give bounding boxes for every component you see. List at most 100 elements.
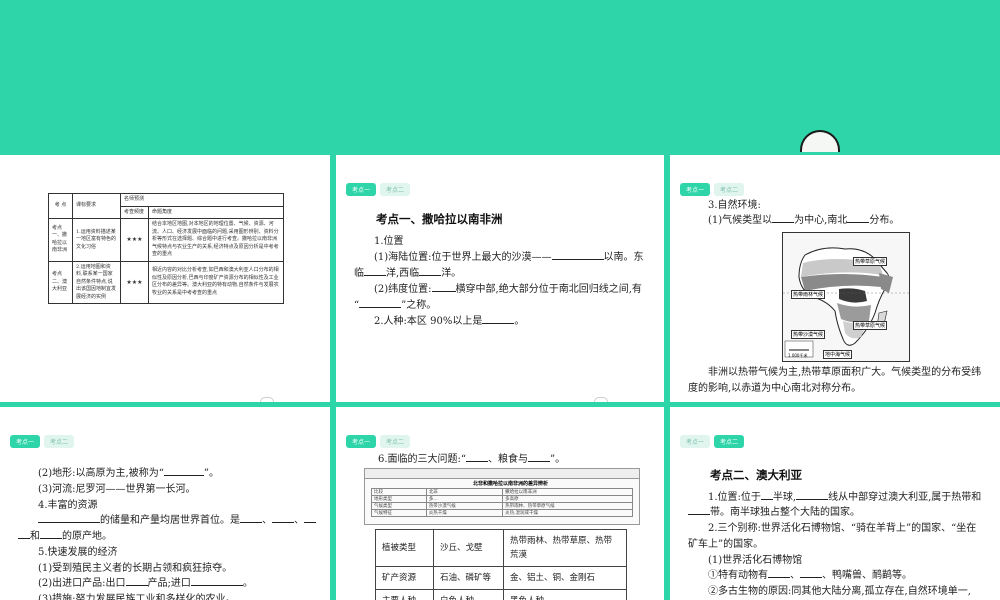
blank-field[interactable] (768, 568, 790, 578)
text-line: 非洲以热带气候为主,热带草原面积广大。气候类型的分布受纬 (708, 367, 982, 378)
map-label: 热带沙漠气候 (791, 330, 826, 339)
blank-field[interactable] (431, 282, 456, 292)
slide-decor (594, 397, 608, 402)
blank-field[interactable] (800, 568, 822, 578)
text-line: (1)世界活化石博物馆 (708, 555, 803, 566)
tab-kaodian2[interactable]: 考点二 (714, 183, 745, 196)
text-line: (1)海陆位置:位于世界上最大的沙漠—— 以南。东 (374, 250, 644, 263)
tab-bar: 考点一 考点二 (346, 435, 411, 448)
cell-stars: ★★★ (120, 218, 149, 262)
section-heading: 考点二、澳大利亚 (710, 468, 802, 482)
blank-field[interactable] (125, 576, 148, 586)
tab-kaodian1[interactable]: 考点一 (680, 435, 711, 448)
text-line: ②多古生物的原因:同其他大陆分离,孤立存在,自然环境单一, (708, 586, 971, 597)
slide-2[interactable]: 考点一 考点二 考点一、撒哈拉以南非洲 1.位置 (1)海陆位置:位于世界上最大… (336, 155, 664, 402)
blank-field[interactable] (466, 452, 489, 462)
blank-field[interactable] (18, 529, 30, 539)
tab-kaodian1[interactable]: 考点一 (346, 435, 377, 448)
cell-kaodian: 考点一、撒哈拉以南非洲 (48, 218, 73, 262)
text-line: (2)地形:以高原为主,被称为“”。 (38, 466, 219, 479)
tab-kaodian1[interactable]: 考点一 (680, 183, 711, 196)
table-row: 植被类型 沙丘、戈壁 热带雨林、热带草原、热带荒漠 (375, 529, 627, 567)
blank-field[interactable] (40, 529, 62, 539)
cell-stars: ★★★ (120, 260, 149, 304)
cell-kebiao: 1.运用资料描述某一地区富有特色的文化习俗 (72, 218, 121, 262)
cell-mingti: 结合本地区地图,对本地区的地理位置、气候、资源、河流、人口、经济发展中面临的问题… (148, 218, 284, 262)
text-line: 2.人种:本区 90%以上是。 (374, 314, 525, 327)
tab-kaodian2[interactable]: 考点二 (714, 435, 745, 448)
blank-field[interactable] (359, 298, 402, 308)
mini-title: 北非和撒哈拉以南非洲的差异辨析 (473, 481, 549, 487)
blank-field[interactable] (38, 513, 100, 523)
col-mingshi: 名师预测 (120, 193, 284, 207)
text-line: 6.面临的三大问题:“ 、粮食与”。 (378, 452, 566, 465)
slide-5[interactable]: 考点一 考点二 6.面临的三大问题:“ 、粮食与”。 北非和撒哈拉以南非洲的差异辨… (336, 407, 664, 600)
blank-field[interactable] (163, 466, 204, 476)
cell: 石油、磷矿等 (433, 566, 504, 590)
text-line: (3)河流:尼罗河——世界第一长河。 (38, 484, 196, 495)
table-row: 主要人种 白色人种 黑色人种 (375, 589, 627, 600)
blank-field[interactable] (240, 513, 262, 523)
text-line: (1)气候类型以 为中心,南北 分布。 (708, 213, 900, 226)
map-scale: 1 000千米 (788, 353, 808, 358)
cell-kaodian: 考点二、澳大利亚 (48, 260, 73, 304)
blank-field[interactable] (304, 513, 316, 523)
text-line: 矿车上”的国家。 (688, 539, 764, 550)
text-line: (1)受到殖民主义者的长期占领和疯狂掠夺。 (38, 563, 233, 574)
blank-field[interactable] (419, 266, 442, 276)
slide-decor (260, 397, 274, 402)
blank-field[interactable] (772, 213, 795, 223)
exam-table: 考 点 课标要求 名师预测 考查频度 命题角度 考点一、撒哈拉以南非洲 1.运用… (48, 193, 284, 304)
section-heading: 考点一、撒哈拉以南非洲 (376, 212, 503, 226)
slide-3[interactable]: 考点一 考点二 3.自然环境: (1)气候类型以 为中心,南北 分布。 热带草原气候… (670, 155, 1000, 402)
col-kebiao: 课标要求 (72, 193, 121, 219)
text-line: 的储量和产量均居世界首位。是、、 (38, 513, 316, 529)
text-line: 1.位置 (374, 236, 404, 247)
tab-kaodian2[interactable]: 考点二 (44, 435, 75, 448)
blank-field[interactable] (796, 490, 829, 500)
table-row: 考点二、澳大利亚 2.运用地图和资料,联系某一国家自然条件特点,说出该国因地制宜… (48, 260, 284, 304)
text-line: 带。南半球独占整个大陆的国家。 (688, 505, 860, 521)
text-line: 临洋,西临 洋。 (354, 266, 462, 279)
cell: 黑色人种 (503, 589, 627, 600)
blank-field[interactable] (272, 513, 294, 523)
col-kaodian: 考 点 (48, 193, 73, 219)
blank-field[interactable] (482, 314, 515, 324)
text-line: 和的原产地。 (18, 529, 112, 545)
text-line: 2.三个别称:世界活化石博物馆、“骑在羊背上”的国家、“坐在 (708, 523, 977, 534)
africa-climate-map: 热带草原气候 热带雨林气候 热带草原气候 热带沙漠气候 地中海气候 1 000千… (782, 232, 910, 362)
text-line: (2)出进口产品:出口 产品;进口。 (38, 576, 253, 589)
slide-1[interactable]: 考 点 课标要求 名师预测 考查频度 命题角度 考点一、撒哈拉以南非洲 1.运用… (0, 155, 330, 402)
text-line: (2)纬度位置: 横穿中部,绝大部分位于南北回归线之间,有 (374, 282, 642, 295)
blank-field[interactable] (847, 213, 870, 223)
map-label: 热带雨林气候 (791, 290, 826, 299)
blank-field[interactable] (528, 452, 551, 462)
text-line: “”之称。 (354, 298, 437, 311)
map-label: 热带草原气候 (853, 257, 888, 266)
blank-field[interactable] (190, 576, 243, 586)
slide-6[interactable]: 考点一 考点二 考点二、澳大利亚 1.位置:位于 半球, 线从中部穿过澳大利亚,属于… (670, 407, 1000, 600)
tab-kaodian1[interactable]: 考点一 (346, 183, 377, 196)
text-line: ①特有动物有、、鸭嘴兽、鸸鹋等。 (708, 568, 912, 581)
blank-field[interactable] (760, 490, 773, 500)
text-line: 1.位置:位于 半球, 线从中部穿过澳大利亚,属于热带和 (708, 490, 982, 503)
tab-kaodian2[interactable]: 考点二 (380, 183, 411, 196)
cell: 热带雨林、热带草原、热带荒漠 (503, 529, 627, 567)
blank-field[interactable] (688, 505, 710, 515)
comparison-table: 植被类型 沙丘、戈壁 热带雨林、热带草原、热带荒漠 矿产资源 石油、磷矿等 金、… (375, 529, 627, 600)
tab-bar: 考点一 考点二 (346, 183, 411, 196)
cell: 主要人种 (375, 589, 434, 600)
comparison-figure: 北非和撒哈拉以南非洲的差异辨析 比较 北非 撒哈拉以南非洲 地形类型 多… 多高原 气候… (364, 468, 640, 525)
tab-kaodian1[interactable]: 考点一 (10, 435, 41, 448)
title-background (0, 0, 1000, 150)
cell: 金、铝土、铜、金刚石 (503, 566, 627, 590)
text-line: 3.自然环境: (708, 200, 761, 211)
cell-mingti: 相近内容的对比分析考查,如巴西和澳大利亚人口分布的相似性及原因分析,巴西与印度矿… (148, 260, 284, 304)
slide-4[interactable]: 考点一 考点二 (2)地形:以高原为主,被称为“”。 (3)河流:尼罗河——世界… (0, 407, 330, 600)
tab-bar: 考点一 考点二 (10, 435, 75, 448)
col-kaocha: 考查频度 (120, 205, 149, 219)
blank-field[interactable] (551, 250, 604, 260)
text-line: 4.丰富的资源 (38, 500, 98, 511)
blank-field[interactable] (364, 266, 386, 276)
tab-kaodian2[interactable]: 考点二 (380, 435, 411, 448)
